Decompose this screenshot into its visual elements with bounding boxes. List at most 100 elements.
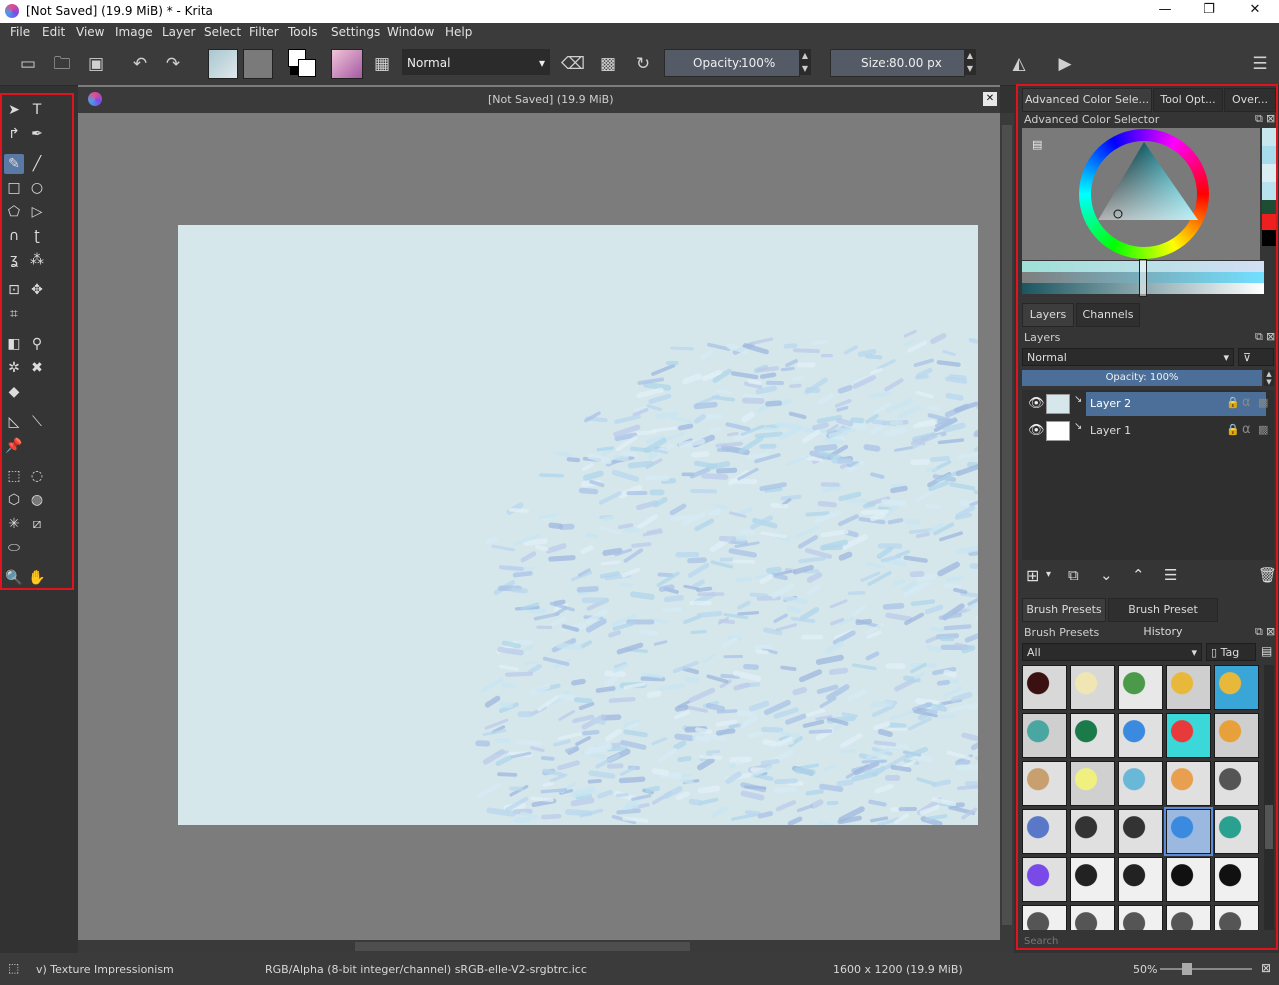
- minimize-button[interactable]: —: [1150, 2, 1180, 20]
- menu-tools[interactable]: Tools: [288, 25, 318, 39]
- move-layer-down-icon[interactable]: ⌄: [1100, 566, 1113, 584]
- brush-preset-thumbnail[interactable]: [1166, 665, 1211, 710]
- horizontal-scroll-thumb[interactable]: [355, 942, 690, 951]
- brush-preset-scrollbar[interactable]: [1264, 665, 1274, 930]
- color-picker-tool-icon[interactable]: ⚲: [27, 334, 47, 354]
- lock-icon[interactable]: 🔒: [1226, 423, 1240, 436]
- menu-help[interactable]: Help: [445, 25, 472, 39]
- redo-icon[interactable]: ↷: [160, 51, 186, 77]
- brush-preset-thumbnail[interactable]: [1166, 713, 1211, 758]
- foreground-background-color-button[interactable]: [288, 49, 316, 77]
- brush-preset-thumbnail[interactable]: [1070, 665, 1115, 710]
- assistant-tool-icon[interactable]: ◺: [4, 412, 24, 432]
- brush-preset-thumbnail[interactable]: [1214, 857, 1259, 902]
- brush-tag-button[interactable]: ▯ Tag: [1206, 643, 1256, 661]
- alpha-icon[interactable]: α: [1242, 422, 1251, 437]
- bezier-selection-tool-icon[interactable]: ⬭: [4, 538, 24, 558]
- close-document-icon[interactable]: ✕: [983, 92, 997, 106]
- calligraphy-tool-icon[interactable]: ✒: [27, 124, 47, 144]
- size-spin-button[interactable]: ▲ ▼: [964, 49, 976, 75]
- tab-brush-presets[interactable]: Brush Presets: [1022, 598, 1106, 622]
- text-tool-icon[interactable]: T: [27, 100, 47, 120]
- brush-preset-thumbnail[interactable]: [1118, 809, 1163, 854]
- layers-close-icon[interactable]: ⊠: [1266, 330, 1275, 343]
- tab-channels[interactable]: Channels: [1076, 303, 1140, 327]
- close-window-button[interactable]: ✕: [1240, 2, 1270, 20]
- recent-colors-strip[interactable]: [1262, 128, 1276, 260]
- brush-preset-button[interactable]: [331, 49, 363, 79]
- brush-preset-thumbnail[interactable]: [1022, 665, 1067, 710]
- similar-color-selection-tool-icon[interactable]: ⧄: [27, 514, 47, 534]
- menu-window[interactable]: Window: [387, 25, 434, 39]
- pattern-preset-button[interactable]: [243, 49, 273, 79]
- size-slider[interactable]: Size: 80.00 px: [830, 49, 965, 77]
- move-tool-icon[interactable]: ✥: [27, 280, 47, 300]
- brush-preset-thumbnail[interactable]: [1214, 761, 1259, 806]
- zoom-slider-handle[interactable]: [1182, 963, 1192, 975]
- transform-tool-icon[interactable]: ⊡: [4, 280, 24, 300]
- rectangle-tool-icon[interactable]: □: [4, 178, 24, 198]
- gradient-tool-icon[interactable]: ◧: [4, 334, 24, 354]
- freehand-brush-tool-icon[interactable]: ✎: [4, 154, 24, 174]
- brush-preset-thumbnail[interactable]: [1214, 665, 1259, 710]
- layer-row-layer-2[interactable]: 👁 ↘ Layer 2 🔒 α ▩: [1022, 392, 1274, 416]
- polygonal-selection-tool-icon[interactable]: ⬡: [4, 490, 24, 510]
- brush-preset-thumbnail[interactable]: [1118, 761, 1163, 806]
- line-tool-icon[interactable]: ╱: [27, 154, 47, 174]
- brush-preset-thumbnail[interactable]: [1214, 905, 1259, 930]
- alpha-icon[interactable]: α: [1242, 395, 1251, 410]
- brush-preset-thumbnail[interactable]: [1070, 809, 1115, 854]
- brush-preset-thumbnail[interactable]: [1166, 761, 1211, 806]
- delete-layer-icon[interactable]: 🗑: [1258, 566, 1277, 584]
- brush-preset-thumbnail[interactable]: [1166, 857, 1211, 902]
- color-slider-handle[interactable]: [1139, 259, 1147, 297]
- brush-preset-thumbnail[interactable]: [1118, 857, 1163, 902]
- zoom-fit-icon[interactable]: ⊠: [1261, 961, 1271, 975]
- freehand-path-tool-icon[interactable]: ʈ: [27, 226, 47, 246]
- elliptical-selection-tool-icon[interactable]: ◌: [27, 466, 47, 486]
- menu-select[interactable]: Select: [204, 25, 241, 39]
- color-selector-area[interactable]: ▤: [1022, 128, 1260, 260]
- brush-preset-thumbnail[interactable]: [1118, 905, 1163, 930]
- menu-file[interactable]: File: [10, 25, 30, 39]
- ellipse-tool-icon[interactable]: ○: [27, 178, 47, 198]
- eye-icon[interactable]: 👁: [1028, 423, 1045, 438]
- add-layer-icon[interactable]: ⊞: [1026, 566, 1039, 585]
- duplicate-layer-icon[interactable]: ⧉: [1068, 566, 1079, 584]
- brush-preset-thumbnail[interactable]: [1214, 809, 1259, 854]
- alpha-lock-icon[interactable]: ▩: [595, 51, 621, 77]
- brush-preset-thumbnail[interactable]: [1022, 713, 1067, 758]
- zoom-slider[interactable]: [1160, 963, 1252, 975]
- save-icon[interactable]: ▣: [83, 51, 109, 77]
- polygon-tool-icon[interactable]: ⬠: [4, 202, 24, 222]
- brush-preset-thumbnail[interactable]: [1164, 807, 1213, 856]
- brush-filter-select[interactable]: All ▾: [1022, 643, 1202, 661]
- brush-preset-thumbnail[interactable]: [1022, 761, 1067, 806]
- tab-tool-options[interactable]: Tool Opt...: [1153, 88, 1223, 112]
- drawing-canvas[interactable]: [178, 225, 978, 825]
- workspace-grid-icon[interactable]: ▦: [369, 51, 395, 77]
- brush-preset-thumbnail[interactable]: [1022, 857, 1067, 902]
- multibrush-tool-icon[interactable]: ⁂: [27, 250, 47, 270]
- contiguous-selection-tool-icon[interactable]: ✳: [4, 514, 24, 534]
- zoom-tool-icon[interactable]: 🔍: [4, 568, 24, 588]
- maximize-button[interactable]: ❐: [1194, 2, 1224, 20]
- menu-filter[interactable]: Filter: [249, 25, 279, 39]
- docker-menu-icon[interactable]: ☰: [1247, 51, 1273, 77]
- layers-blend-mode-select[interactable]: Normal ▾: [1022, 348, 1234, 366]
- docker-float-icon[interactable]: ⧉: [1255, 112, 1263, 126]
- mirror-vertical-icon[interactable]: ▶: [1052, 51, 1078, 77]
- crop-tool-icon[interactable]: ⌗: [4, 304, 24, 324]
- brush-preset-thumbnail[interactable]: [1118, 713, 1163, 758]
- polyline-tool-icon[interactable]: ▷: [27, 202, 47, 222]
- tab-layers[interactable]: Layers: [1022, 303, 1074, 327]
- select-shapes-tool-icon[interactable]: ➤: [4, 100, 24, 120]
- bezier-curve-tool-icon[interactable]: ∩: [4, 226, 24, 246]
- new-document-icon[interactable]: ▭: [15, 51, 41, 77]
- tab-overview[interactable]: Over...: [1224, 88, 1276, 112]
- brush-preset-thumbnail[interactable]: [1022, 809, 1067, 854]
- brush-preset-scroll-thumb[interactable]: [1265, 805, 1273, 849]
- fill-tool-icon[interactable]: ◆: [4, 382, 24, 402]
- tab-brush-preset-history[interactable]: Brush Preset History: [1108, 598, 1218, 638]
- eraser-icon[interactable]: ⌫: [560, 51, 586, 77]
